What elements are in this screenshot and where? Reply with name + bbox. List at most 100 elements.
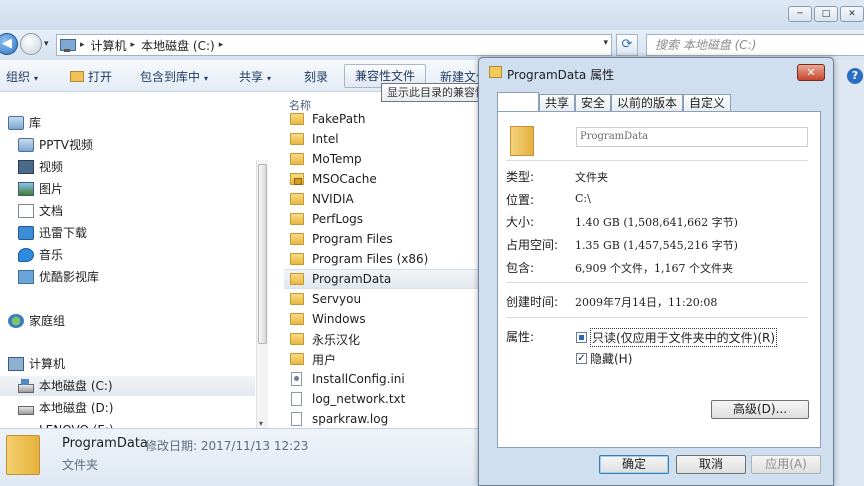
file-row[interactable]: NVIDIA (284, 189, 480, 209)
nav-computer[interactable]: 计算机 (8, 354, 263, 374)
apply-button[interactable]: 应用(A) (751, 455, 821, 474)
created-label: 创建时间: (506, 295, 559, 309)
file-row[interactable]: MSOCache (284, 169, 480, 189)
file-row[interactable]: ProgramData (284, 269, 480, 289)
contains-value: 6,909 个文件，1,167 个文件夹 (575, 262, 733, 275)
file-row[interactable]: Servyou (284, 289, 480, 309)
size-label: 大小: (506, 215, 535, 229)
file-row[interactable]: PerfLogs (284, 209, 480, 229)
file-name: 用户 (312, 352, 337, 367)
nav-drive-d[interactable]: 本地磁盘 (D:) (18, 398, 270, 418)
close-button[interactable]: ✕ (840, 6, 864, 22)
nav-pane-scrollbar[interactable]: ▾ (256, 160, 268, 428)
file-name: Intel (312, 132, 339, 146)
library-icon (8, 116, 24, 130)
file-row[interactable]: Program Files (284, 229, 480, 249)
nav-item-pictures[interactable]: 图片 (18, 179, 270, 199)
search-input[interactable]: 搜索 本地磁盘 (C:) (646, 34, 864, 56)
text-file-icon (291, 392, 302, 406)
file-row[interactable]: Intel (284, 129, 480, 149)
nav-item-videos[interactable]: 视频 (18, 157, 270, 177)
organize-menu[interactable]: 组织 ▾ (6, 68, 38, 85)
refresh-button[interactable]: ⟳ (616, 34, 638, 56)
nav-item-youku[interactable]: 优酷影视库 (18, 267, 270, 287)
minimize-button[interactable]: ─ (788, 6, 812, 22)
advanced-button[interactable]: 高级(D)... (711, 400, 809, 419)
file-row[interactable]: FakePath (284, 109, 480, 129)
nav-drive-label: 本地磁盘 (C:) (39, 379, 113, 393)
nav-item-pptv[interactable]: PPTV视频 (18, 135, 270, 155)
scroll-down-icon[interactable]: ▾ (259, 419, 263, 428)
open-button[interactable]: 打开 (70, 68, 112, 85)
back-button[interactable]: ◀ (0, 33, 18, 55)
recent-pages-dropdown[interactable]: ▾ (44, 39, 49, 49)
tab-sharing[interactable]: 共享 (539, 94, 576, 112)
tab-customize[interactable]: 自定义 (683, 94, 732, 112)
file-name: MSOCache (312, 172, 377, 186)
burn-button[interactable]: 刻录 (304, 68, 328, 85)
general-tab-panel: ProgramData 类型: 文件夹 位置: C:\ 大小: 1.40 GB … (497, 111, 821, 448)
file-row[interactable]: 用户 (284, 349, 480, 369)
file-row[interactable]: InstallConfig.ini (284, 369, 480, 389)
music-icon (18, 248, 34, 262)
address-box[interactable]: ▸ 计算机 ▸ 本地磁盘 (C:) ▸ ▾ (56, 34, 612, 56)
breadcrumb-computer[interactable]: 计算机 (91, 37, 127, 54)
file-row[interactable]: Program Files (x86) (284, 249, 480, 269)
folder-icon (290, 273, 304, 285)
system-drive-icon (18, 378, 34, 393)
scrollbar-thumb[interactable] (258, 164, 267, 344)
readonly-checkbox[interactable]: 只读(仅应用于文件夹中的文件)(R) (576, 328, 778, 347)
hidden-checkbox[interactable]: ✓ 隐藏(H) (576, 350, 632, 367)
nav-item-music[interactable]: 音乐 (18, 245, 270, 265)
file-row[interactable]: sparkraw.log (284, 409, 480, 428)
file-row[interactable]: Windows (284, 309, 480, 329)
size-value: 1.40 GB (1,508,641,662 字节) (575, 216, 738, 229)
nav-computer-label: 计算机 (29, 357, 66, 371)
include-in-library-menu[interactable]: 包含到库中 ▾ (140, 68, 208, 85)
crumb-separator-icon[interactable]: ▸ (80, 40, 85, 50)
nav-item-documents[interactable]: 文档 (18, 201, 270, 221)
properties-dialog: ProgramData 属性 ✕ 常规 共享 安全 以前的版本 自定义 Prog… (478, 57, 834, 486)
share-label: 共享 (239, 70, 264, 84)
file-name: PerfLogs (312, 212, 364, 226)
nav-item-thunder-downloads[interactable]: 迅雷下载 (18, 223, 270, 243)
text-file-icon (291, 412, 302, 426)
file-row[interactable]: 永乐汉化 (284, 329, 480, 349)
chevron-down-icon: ▾ (267, 74, 272, 83)
tab-previous-versions[interactable]: 以前的版本 (611, 94, 684, 112)
readonly-check-state[interactable] (576, 332, 587, 343)
forward-button[interactable] (20, 33, 42, 55)
hidden-check-state[interactable]: ✓ (576, 353, 587, 364)
file-name: Program Files (312, 232, 393, 246)
maximize-button[interactable]: □ (814, 6, 838, 22)
dialog-close-button[interactable]: ✕ (797, 64, 825, 81)
type-value: 文件夹 (575, 171, 608, 184)
nav-drive-e[interactable]: LENOVO (E:) (18, 420, 270, 428)
file-row[interactable]: MoTemp (284, 149, 480, 169)
type-label: 类型: (506, 170, 535, 184)
folder-icon (290, 113, 304, 125)
ok-button[interactable]: 确定 (599, 455, 669, 474)
help-icon[interactable]: ? (847, 68, 863, 84)
folder-name-field[interactable]: ProgramData (576, 127, 808, 147)
open-folder-icon (70, 71, 84, 82)
tab-general[interactable]: 常规 (497, 92, 539, 112)
share-menu[interactable]: 共享 ▾ (239, 68, 271, 85)
cancel-button[interactable]: 取消 (676, 455, 746, 474)
dialog-tabs: 常规 共享 安全 以前的版本 自定义 (497, 92, 732, 112)
nav-homegroup[interactable]: 家庭组 (8, 311, 263, 331)
crumb-separator-icon[interactable]: ▸ (219, 40, 224, 50)
folder-icon (290, 333, 304, 345)
address-dropdown-icon[interactable]: ▾ (603, 38, 608, 48)
document-icon (18, 204, 34, 218)
crumb-separator-icon[interactable]: ▸ (131, 40, 136, 50)
file-name: Windows (312, 312, 366, 326)
contains-label: 包含: (506, 261, 535, 275)
tab-security[interactable]: 安全 (575, 94, 612, 112)
file-name: sparkraw.log (312, 412, 389, 426)
file-row[interactable]: log_network.txt (284, 389, 480, 409)
breadcrumb-drive-c[interactable]: 本地磁盘 (C:) (141, 37, 215, 54)
nav-drive-c[interactable]: 本地磁盘 (C:) (0, 376, 255, 396)
nav-item-label: PPTV视频 (39, 138, 94, 152)
nav-library[interactable]: 库 (8, 113, 263, 133)
